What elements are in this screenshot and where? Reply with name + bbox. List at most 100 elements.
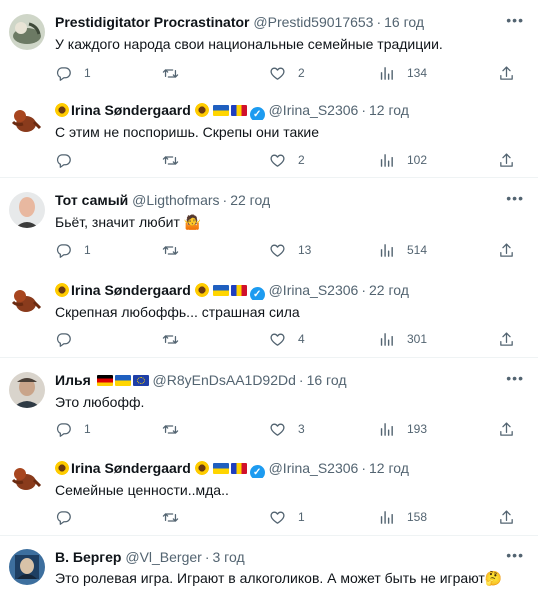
author-name[interactable]: Тот самый [55,192,128,208]
ukraine-flag-icon [114,375,131,386]
retweet-button[interactable] [162,240,191,260]
like-button[interactable]: 2 [269,150,305,170]
timestamp[interactable]: 22 год [369,282,409,298]
author-name[interactable]: Илья [55,372,91,388]
share-button[interactable] [498,150,515,170]
like-button[interactable]: 4 [269,329,305,349]
share-button[interactable] [498,419,515,439]
verified-badge-icon: ✓ [249,465,265,478]
tweet-actions: 1 2 134 [55,63,525,83]
share-button[interactable] [498,240,515,260]
heart-icon [269,242,286,259]
thread-divider [0,177,538,178]
views-button[interactable]: 514 [378,240,427,260]
author-name[interactable]: Irina Søndergaard [71,102,191,118]
timestamp[interactable]: 16 год [307,372,347,388]
speech-bubble-icon [55,65,72,82]
avatar[interactable] [9,14,45,50]
like-button[interactable]: 3 [269,419,305,439]
share-button[interactable] [498,329,515,349]
avatar[interactable] [9,282,45,318]
avatar[interactable] [9,372,45,408]
retweet-button[interactable] [162,329,191,349]
like-button[interactable]: 13 [269,240,311,260]
views-button[interactable]: 301 [378,329,427,349]
views-button[interactable]: 102 [378,150,427,170]
heart-icon [269,509,286,526]
verified-badge-icon: ✓ [249,107,265,120]
speech-bubble-icon [55,509,72,526]
like-button[interactable]: 1 [269,507,305,527]
reply-button[interactable] [55,150,84,170]
more-horizontal-icon[interactable]: ••• [506,12,524,28]
tweet-actions: 1 3 193 [55,419,525,439]
tweet-actions: 2 102 [55,150,525,170]
ukraine-flag-icon [212,285,229,296]
view-count: 134 [407,66,428,80]
avatar[interactable] [9,102,45,138]
timestamp[interactable]: 3 год [213,549,245,565]
author-handle[interactable]: @Irina_S2306 [269,282,359,298]
retweet-icon [162,509,179,526]
reply-button[interactable] [55,507,84,527]
views-button[interactable]: 193 [378,419,427,439]
retweet-button[interactable] [162,150,191,170]
sunflower-emoji-icon [55,461,69,475]
reply-button[interactable]: 1 [55,240,91,260]
share-button[interactable] [498,63,515,83]
more-horizontal-icon[interactable]: ••• [506,190,524,206]
tweet-text: Скрепная любоффь... страшная сила [55,304,300,320]
retweet-icon [162,242,179,259]
bar-chart-icon [378,331,395,348]
thread-divider [0,535,538,536]
avatar[interactable] [9,192,45,228]
reply-button[interactable] [55,329,84,349]
verified-badge-icon: ✓ [249,287,265,300]
reply-button[interactable]: 1 [55,63,91,83]
more-horizontal-icon[interactable]: ••• [506,547,524,563]
avatar[interactable] [9,460,45,496]
retweet-icon [162,65,179,82]
author-name[interactable]: В. Бергер [55,549,121,565]
share-upload-icon [498,509,515,526]
author-name[interactable]: Irina Søndergaard [71,460,191,476]
heart-icon [269,65,286,82]
share-upload-icon [498,242,515,259]
more-horizontal-icon[interactable]: ••• [506,370,524,386]
sunflower-emoji-icon [194,103,209,117]
bar-chart-icon [378,509,395,526]
views-button[interactable]: 158 [378,507,427,527]
share-upload-icon [498,331,515,348]
author-handle[interactable]: @Irina_S2306 [269,460,359,476]
share-button[interactable] [498,507,515,527]
author-name[interactable]: Prestidigitator Procrastinator [55,14,250,30]
reply-button[interactable]: 1 [55,419,91,439]
view-count: 102 [407,153,428,167]
timestamp[interactable]: 22 год [230,192,270,208]
tweet-header: Тот самый @Ligthofmars · 22 год [55,192,271,208]
retweet-button[interactable] [162,63,191,83]
timestamp[interactable]: 12 год [369,460,409,476]
tweet-header: Irina Søndergaard ✓ @Irina_S2306 · 12 год [55,458,508,478]
author-handle[interactable]: @Prestid59017653 [253,14,373,30]
bar-chart-icon [378,242,395,259]
retweet-icon [162,331,179,348]
tweet-text-content: Бьёт, значит любит [55,214,180,230]
share-upload-icon [498,152,515,169]
author-handle[interactable]: @Irina_S2306 [269,102,359,118]
like-button[interactable]: 2 [269,63,305,83]
author-handle[interactable]: @R8yEnDsAA1D92Dd [153,372,296,388]
retweet-icon [162,421,179,438]
timestamp[interactable]: 16 год [384,14,424,30]
views-button[interactable]: 134 [378,63,427,83]
retweet-button[interactable] [162,419,191,439]
author-handle[interactable]: @Vl_Berger [125,549,201,565]
author-handle[interactable]: @Ligthofmars [132,192,219,208]
retweet-button[interactable] [162,507,191,527]
bar-chart-icon [378,152,395,169]
heart-icon [269,331,286,348]
timestamp[interactable]: 12 год [369,102,409,118]
ukraine-flag-icon [212,463,229,474]
avatar[interactable] [9,549,45,585]
author-name[interactable]: Irina Søndergaard [71,282,191,298]
